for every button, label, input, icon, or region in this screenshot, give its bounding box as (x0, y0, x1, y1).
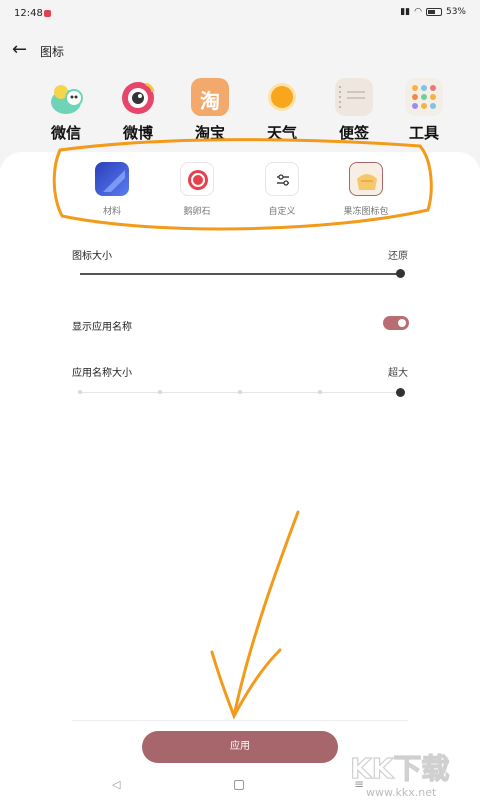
material-style-icon (95, 162, 129, 196)
battery-icon (425, 8, 442, 16)
signal-icon: ▮▮ (400, 7, 411, 17)
tools-icon (405, 78, 443, 116)
slider-tick (238, 390, 242, 394)
style-label: 材料 (102, 207, 121, 217)
app-name-size-slider-thumb[interactable] (395, 388, 405, 397)
status-time: 12:48 (14, 8, 43, 19)
nav-home-icon[interactable] (234, 780, 244, 790)
weibo-icon (119, 78, 157, 116)
app-preview-weibo: 微博 (108, 78, 168, 143)
app-label: 微信 (50, 124, 81, 142)
taobao-icon: 淘 (191, 78, 229, 116)
app-label: 工具 (408, 124, 439, 142)
app-name-size-value: 超大 (388, 368, 408, 379)
taobao-glyph: 淘 (200, 89, 220, 113)
battery-percent: 53% (445, 7, 466, 17)
app-preview-taobao: 淘 淘宝 (180, 78, 240, 143)
app-preview-wechat: 微信 (36, 78, 96, 143)
app-preview-weather: 天气 (252, 78, 312, 143)
weather-sun-icon (263, 78, 301, 116)
page-title: 图标 (40, 45, 65, 59)
app-label: 淘宝 (194, 124, 225, 142)
app-label: 天气 (266, 124, 297, 142)
style-label: 鹅卵石 (183, 207, 211, 217)
wifi-icon: ◠ (414, 7, 422, 17)
style-option-jelly[interactable]: 果冻图标包 (328, 162, 404, 217)
status-indicators: ▮▮ ◠ 53% (400, 7, 466, 17)
slider-tick (158, 390, 162, 394)
app-label: 便签 (338, 124, 369, 142)
apply-button[interactable]: 应用 (142, 731, 338, 763)
status-bar: 12:48 ▮▮ ◠ 53% (0, 0, 480, 28)
style-label: 果冻图标包 (343, 207, 389, 217)
style-label: 自定义 (268, 207, 296, 217)
nav-menu-icon[interactable]: ≡ (354, 777, 364, 791)
app-preview-row: 微信 微博 淘 淘宝 天气 便签 工具 (36, 78, 456, 148)
back-arrow-icon[interactable]: ← (12, 40, 32, 60)
icon-size-label: 图标大小 (72, 251, 112, 262)
custom-sliders-icon (265, 162, 299, 196)
nav-back-icon[interactable]: ◁ (112, 778, 120, 791)
notes-icon (335, 78, 373, 116)
reset-button[interactable]: 还原 (388, 247, 408, 262)
style-option-material[interactable]: 材料 (74, 162, 150, 217)
pebble-style-icon (180, 162, 214, 196)
app-preview-notes: 便签 (324, 78, 384, 143)
jelly-pack-icon (349, 162, 383, 196)
style-option-pebble[interactable]: 鹅卵石 (159, 162, 235, 217)
slider-tick (318, 390, 322, 394)
icon-size-slider[interactable] (80, 273, 400, 275)
wechat-frog-icon (47, 78, 85, 116)
style-option-custom[interactable]: 自定义 (244, 162, 320, 217)
icon-style-options: 材料 鹅卵石 自定义 果冻图标包 (70, 162, 410, 222)
bottom-divider (72, 720, 408, 721)
app-label: 微博 (122, 124, 153, 142)
show-app-name-toggle[interactable] (383, 316, 409, 330)
toggle-knob (398, 319, 406, 327)
show-app-name-label: 显示应用名称 (72, 322, 132, 333)
notification-icon (44, 10, 51, 17)
app-name-size-label: 应用名称大小 (72, 368, 132, 379)
navigation-bar: ◁ ≡ (0, 770, 480, 802)
app-preview-tools: 工具 (394, 78, 454, 143)
slider-tick (78, 390, 82, 394)
icon-size-slider-thumb[interactable] (395, 269, 405, 278)
